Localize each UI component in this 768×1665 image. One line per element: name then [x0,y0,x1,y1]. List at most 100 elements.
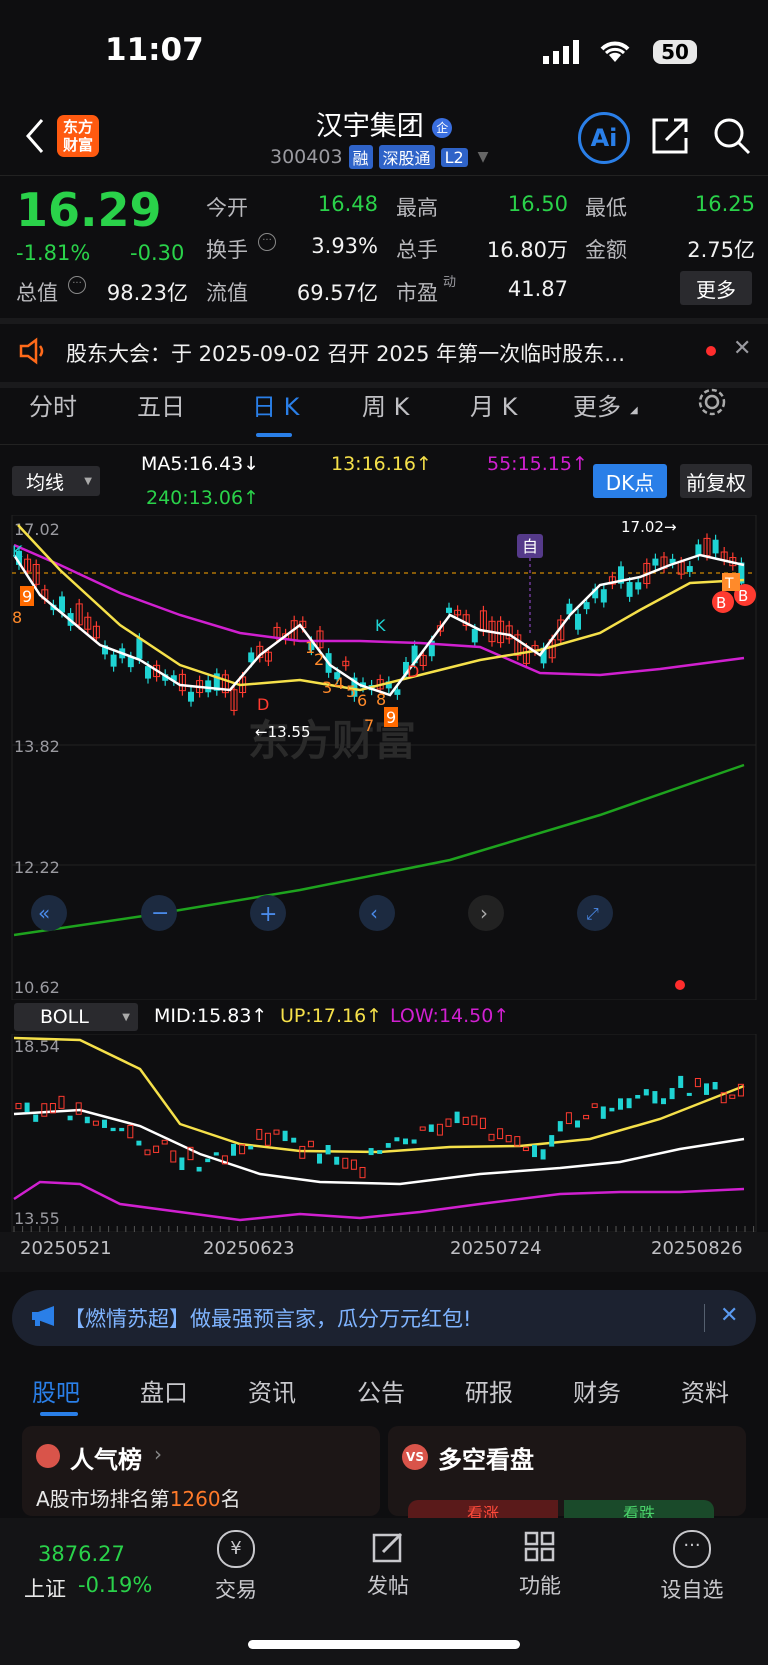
candle [446,607,452,613]
svg-text:K: K [375,616,386,635]
chevron-down-icon[interactable]: ▼ [478,149,489,165]
candle [145,666,151,679]
tab-forum[interactable]: 股吧 [32,1373,80,1408]
popularity-rank-line: A股市场排名第1260名 [36,1483,241,1512]
adjust-button[interactable]: 前复权 [680,464,752,498]
candle [205,680,212,693]
tab-5day[interactable]: 五日 [137,387,185,422]
svg-text:K: K [12,542,23,561]
boll-chart[interactable]: 18.54 13.55 [0,1034,768,1234]
more-button[interactable]: 更多 [680,271,752,305]
boll-candle [110,1127,116,1132]
enterprise-badge-icon: 企 [432,117,453,138]
svg-text:8: 8 [12,608,22,627]
info-icon[interactable]: ··· [68,276,86,294]
self-marker: 自 [522,537,538,556]
boll-select[interactable]: BOLL ▼ [14,1003,138,1031]
boll-up: UP:17.16↑ [280,1005,383,1027]
boll-mid-value: MID:15.83 [154,1005,252,1027]
tab-news[interactable]: 资讯 [248,1373,296,1408]
svg-text:2: 2 [314,650,324,669]
share-icon[interactable] [650,116,690,160]
boll-candle [479,1117,486,1129]
trade-label: 交易 [215,1578,257,1602]
svg-text:4: 4 [334,674,344,693]
tab-weekly[interactable]: 周 K [362,387,409,422]
kline-chart[interactable]: 东方财富 17.02 13.82 12.22 10.62 17.02→ ←13.… [0,515,768,1000]
boll-mid-line [13,1108,745,1186]
wifi-icon [598,38,632,68]
index-value[interactable]: 3876.27 [38,1542,125,1566]
boll-candle [419,1126,426,1131]
float-value: 69.57亿 [296,281,378,305]
boll-candle [403,1138,408,1145]
indicator-select[interactable]: 均线 ▼ [12,466,100,496]
functions-button[interactable]: 功能 [510,1530,570,1600]
promo-banner[interactable]: 【燃情苏超】做最强预言家，瓜分万元红包! ✕ [12,1290,756,1346]
close-icon[interactable]: ✕ [733,336,751,361]
boll-candle [196,1166,202,1172]
popularity-card[interactable]: 人气榜 › A股市场排名第1260名 [22,1426,380,1516]
boll-candle [514,1136,521,1147]
boll-candle [273,1129,280,1135]
ma5-value: MA5:16.43 [141,453,244,475]
boll-candle [368,1148,374,1156]
axis-label: 13.82 [14,737,60,756]
dk-point-button[interactable]: DK点 [593,464,667,498]
bear-button[interactable]: 看跌 [564,1500,714,1520]
boll-candle [127,1124,134,1139]
boll-candle [600,1106,606,1119]
bull-button[interactable]: 看涨 [408,1500,558,1520]
boll-candle [394,1137,400,1142]
close-icon[interactable]: ✕ [720,1303,738,1328]
volume-value: 16.80万 [486,238,568,262]
boll-candle [411,1139,417,1144]
open-value: 16.48 [317,192,378,216]
low-label: 最低 [585,196,627,220]
boll-candle [291,1137,297,1143]
tag-margin: 融 [348,145,373,169]
tab-research[interactable]: 研报 [465,1373,513,1408]
axis-label: 12.22 [14,858,60,877]
boll-low: LOW:14.50↑ [390,1005,510,1027]
trade-button[interactable]: ¥ 交易 [206,1530,266,1604]
boll-candle [119,1127,125,1132]
bull-bear-card[interactable]: VS 多空看盘 看涨 看跌 [388,1426,746,1520]
index-change: -0.19% [78,1573,153,1597]
tab-more[interactable]: 更多 [573,387,621,422]
boll-candle [729,1094,736,1099]
boll-candle [84,1116,90,1124]
boll-candle [342,1157,349,1169]
search-icon[interactable] [712,116,752,160]
ma13-legend: 13:16.16↑ [331,453,432,475]
index-name: 上证 [24,1577,66,1601]
date-label: 20250724 [450,1238,542,1259]
post-button[interactable]: 发帖 [358,1530,418,1600]
tab-announcements[interactable]: 公告 [357,1373,405,1408]
boll-candle [445,1118,452,1127]
add-watchlist-button[interactable]: ··· 设自选 [655,1530,729,1604]
tab-monthly[interactable]: 月 K [470,387,517,422]
boll-candle [557,1121,563,1132]
boll-candle [41,1103,48,1117]
tab-minute[interactable]: 分时 [29,387,77,422]
change-pct: -1.81% [16,241,91,265]
boll-candle [92,1120,99,1126]
sequence-markers: 1 2 3 4 5 6 7 8 9 8 9 K K D D B B T [12,542,756,735]
tab-profile[interactable]: 资料 [681,1373,729,1408]
tab-daily[interactable]: 日 K [252,387,299,422]
notice-text[interactable]: 股东大会：于 2025-09-02 召开 2025 年第一次临时股东… [66,338,625,368]
ai-button[interactable]: Ai [578,112,630,164]
boll-candle [75,1102,82,1115]
high-marker: 17.02→ [621,518,677,536]
stock-code-row: 300403 融 深股通 L2 ▼ [270,145,488,169]
divider [0,175,768,176]
stock-code: 300403 [270,146,343,168]
gear-icon[interactable] [697,387,727,423]
info-icon[interactable]: ··· [258,233,276,251]
mktcap-label: 总值 [16,281,58,305]
tab-finance[interactable]: 财务 [573,1373,621,1408]
turnover-value: 3.93% [311,234,378,258]
tab-orderbook[interactable]: 盘口 [140,1373,188,1408]
bull-bear-title: 多空看盘 [438,1446,534,1474]
